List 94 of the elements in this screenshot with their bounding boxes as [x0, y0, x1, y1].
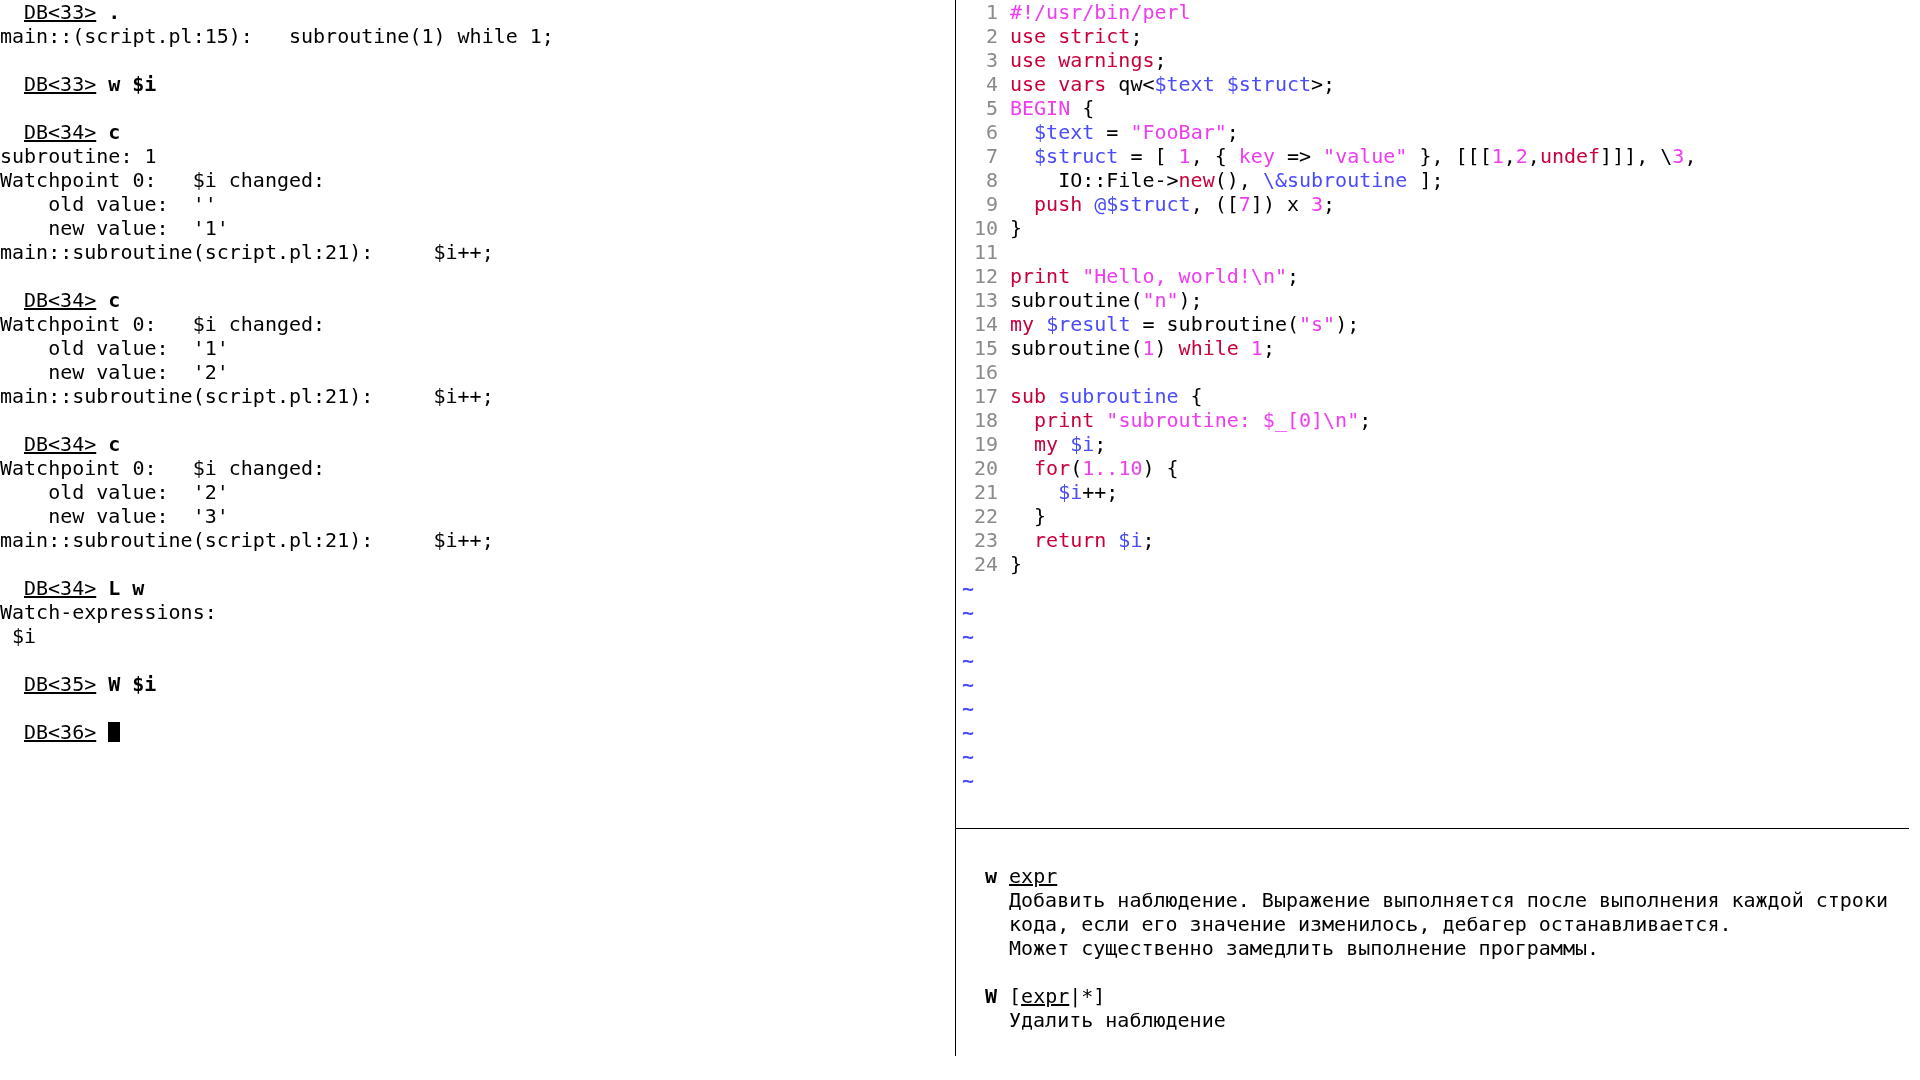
debugger-prompt: DB<33>: [24, 0, 97, 24]
line-number: 10: [972, 216, 998, 240]
line-number: 3: [984, 48, 998, 72]
line-number: 15: [972, 336, 998, 360]
help-description: Может существенно замедлить выполнение программы.: [1009, 936, 1599, 960]
line-number: 22: [972, 504, 998, 528]
code-line: $text = "FooBar";: [1033, 120, 1239, 144]
debugger-prompt: DB<34>: [24, 432, 97, 456]
code-line: #!/usr/bin/perl: [1010, 0, 1191, 24]
help-command: W: [985, 984, 998, 1008]
code-line: subroutine("n");: [1010, 288, 1203, 312]
code-line: $struct = [ 1, { key => "value" }, [[[1,2,undef]]], \3,: [1033, 144, 1697, 168]
code-line: }: [1010, 216, 1023, 240]
line-number: 17: [972, 384, 998, 408]
command-text: W $i: [108, 672, 157, 696]
line-number: 23: [972, 528, 998, 552]
output-line: Watchpoint 0: $i changed:: [0, 168, 326, 192]
empty-line-tilde: ~: [962, 576, 975, 600]
help-syntax: expr: [1009, 864, 1058, 888]
debugger-prompt: DB<36>: [24, 720, 97, 744]
output-line: Watchpoint 0: $i changed:: [0, 312, 326, 336]
line-number: 9: [984, 192, 998, 216]
output-line: main::subroutine(script.pl:21): $i++;: [0, 240, 494, 264]
code-line: subroutine(1) while 1;: [1010, 336, 1275, 360]
help-description: кода, если его значение изменилось, дебагер останавливается.: [1009, 912, 1732, 936]
output-line: Watch-expressions:: [0, 600, 217, 624]
line-number: 1: [984, 0, 998, 24]
output-line: main::subroutine(script.pl:21): $i++;: [0, 528, 494, 552]
command-text: .: [108, 0, 121, 24]
code-line: for(1..10) {: [1033, 456, 1179, 480]
help-description: Добавить наблюдение. Выражение выполняется после выполнения каждой строки: [1009, 888, 1888, 912]
empty-line-tilde: ~: [962, 648, 975, 672]
empty-line-tilde: ~: [962, 624, 975, 648]
help-command: w: [985, 864, 998, 888]
code-line: print "Hello, world!\n";: [1010, 264, 1299, 288]
code-line: my $result = subroutine("s");: [1010, 312, 1360, 336]
line-number: 6: [984, 120, 998, 144]
code-line: sub subroutine {: [1010, 384, 1203, 408]
empty-line-tilde: ~: [962, 720, 975, 744]
code-line: use vars qw<$text $struct>;: [1010, 72, 1336, 96]
line-number: 19: [972, 432, 998, 456]
help-description: Удалить наблюдение: [1009, 1008, 1226, 1032]
output-line: subroutine: 1: [0, 144, 157, 168]
empty-line-tilde: ~: [962, 744, 975, 768]
debugger-prompt: DB<35>: [24, 672, 97, 696]
command-text: L w: [108, 576, 145, 600]
code-line: }: [1033, 504, 1047, 528]
empty-line-tilde: ~: [962, 768, 975, 792]
code-line: push @$struct, ([7]) x 3;: [1033, 192, 1336, 216]
output-line: Watchpoint 0: $i changed:: [0, 456, 326, 480]
code-line: }: [1010, 552, 1023, 576]
command-text: c: [108, 120, 121, 144]
line-number: 4: [984, 72, 998, 96]
empty-line-tilde: ~: [962, 600, 975, 624]
debugger-prompt: DB<34>: [24, 576, 97, 600]
output-line: old value: '1': [47, 336, 229, 360]
output-line: new value: '2': [47, 360, 229, 384]
command-text: c: [108, 288, 121, 312]
code-line: use strict;: [1010, 24, 1143, 48]
debugger-prompt: DB<34>: [24, 288, 97, 312]
line-number: 7: [984, 144, 998, 168]
line-number: 21: [972, 480, 998, 504]
debugger-prompt: DB<34>: [24, 120, 97, 144]
output-line: new value: '1': [47, 216, 229, 240]
empty-line-tilde: ~: [962, 672, 975, 696]
output-line: old value: '2': [47, 480, 229, 504]
code-line: IO::File->new(), \&subroutine ];: [1057, 168, 1444, 192]
code-line: my $i;: [1033, 432, 1107, 456]
code-line: print "subroutine: $_[0]\n";: [1033, 408, 1372, 432]
line-number: 11: [972, 240, 998, 264]
line-number: 20: [972, 456, 998, 480]
output-line: new value: '3': [47, 504, 229, 528]
command-text: c: [108, 432, 121, 456]
output-line: old value: '': [47, 192, 217, 216]
line-number: 24: [972, 552, 998, 576]
code-line: BEGIN {: [1010, 96, 1095, 120]
command-text: w $i: [108, 72, 157, 96]
line-number: 12: [972, 264, 998, 288]
code-line: $i++;: [1057, 480, 1119, 504]
code-line: return $i;: [1033, 528, 1155, 552]
line-number: 5: [984, 96, 998, 120]
help-syntax: [expr|*]: [1009, 984, 1106, 1008]
output-line: $i: [11, 624, 37, 648]
empty-line-tilde: ~: [962, 696, 975, 720]
output-line: main::(script.pl:15): subroutine(1) while 1;: [0, 24, 554, 48]
line-number: 2: [984, 24, 998, 48]
line-number: 16: [972, 360, 998, 384]
code-line: use warnings;: [1010, 48, 1167, 72]
line-number: 18: [972, 408, 998, 432]
debugger-prompt: DB<33>: [24, 72, 97, 96]
line-number: 8: [984, 168, 998, 192]
output-line: main::subroutine(script.pl:21): $i++;: [0, 384, 494, 408]
line-number: 14: [972, 312, 998, 336]
line-number: 13: [972, 288, 998, 312]
